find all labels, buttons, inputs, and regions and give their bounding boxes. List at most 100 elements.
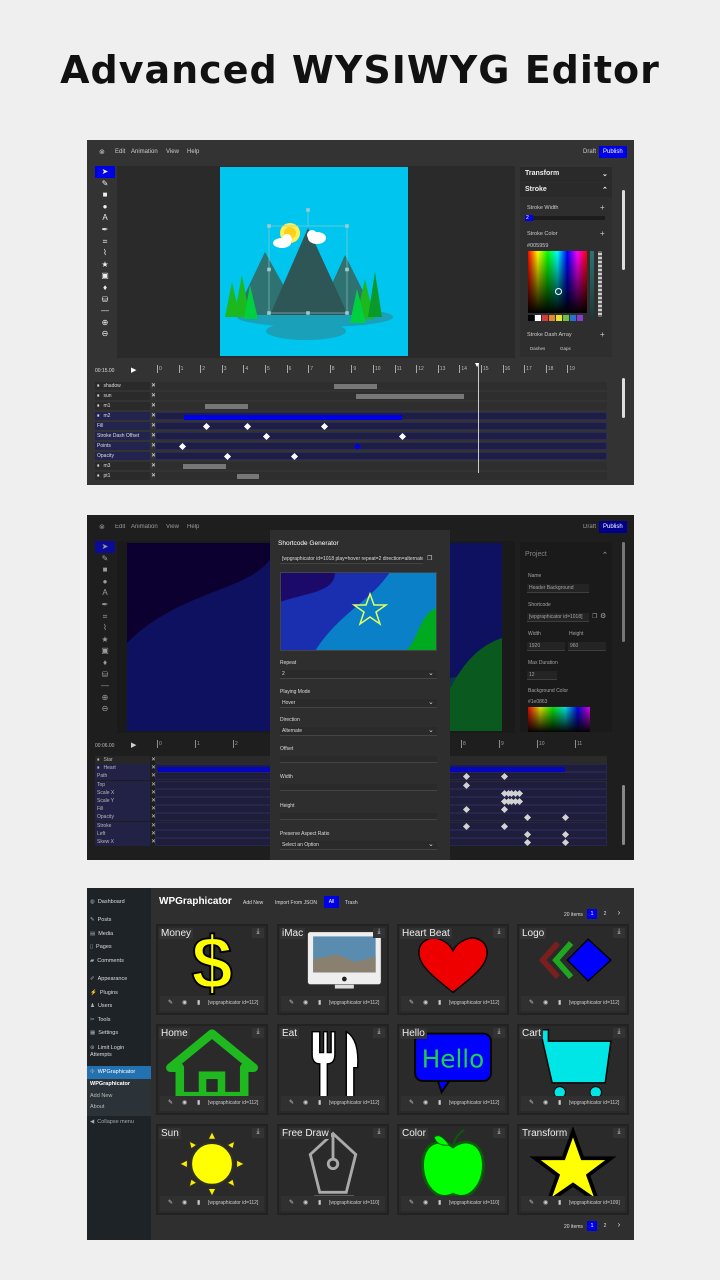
view-icon[interactable]: ◉ (423, 999, 428, 1006)
timeline-track[interactable] (155, 392, 607, 400)
layer-name[interactable]: Path (95, 772, 150, 781)
submenu-item[interactable]: Add New (90, 1093, 112, 1099)
publish-button[interactable]: Publish (599, 146, 627, 158)
timeline-track[interactable] (155, 412, 607, 420)
trash-icon[interactable]: ▮ (558, 1099, 561, 1106)
edit-icon[interactable]: ✎ (529, 999, 534, 1006)
edit-icon[interactable]: ✎ (168, 1199, 173, 1206)
line-icon[interactable]: — (95, 680, 115, 692)
paint-bucket-icon[interactable]: ⛁ (95, 669, 115, 681)
timeline-row[interactable]: ⏸ m3 ✕ (95, 462, 625, 470)
card-shortcode[interactable]: [wpgraphicator id=112] (569, 1100, 625, 1106)
rectangle-icon[interactable]: ■ (95, 189, 115, 201)
sidebar-item-settings[interactable]: ▦ Settings (90, 1030, 118, 1036)
drag-handle-icon[interactable]: ⏸ (97, 413, 100, 419)
trash-icon[interactable]: ▮ (197, 1199, 200, 1206)
repeat-select[interactable]: 2 (280, 670, 437, 679)
page-2-button[interactable]: 2 (600, 909, 610, 919)
height-input[interactable] (280, 813, 437, 820)
select-icon[interactable]: ➤ (95, 166, 115, 178)
crop-icon[interactable]: ⌗ (95, 611, 115, 623)
timeline-scrollbar[interactable] (622, 785, 625, 845)
keyframe[interactable] (462, 822, 470, 830)
edit-icon[interactable]: ✎ (409, 999, 414, 1006)
stroke-section-header[interactable]: Stroke ⌃ (520, 183, 612, 197)
circle-icon[interactable]: ● (95, 576, 115, 588)
keyframe[interactable] (462, 773, 470, 781)
rectangle-icon[interactable]: ■ (95, 564, 115, 576)
sidebar-item-users[interactable]: ♟ Users (90, 1003, 112, 1009)
copy-icon[interactable]: ❐ (592, 613, 597, 620)
view-icon[interactable]: ◉ (303, 1099, 308, 1106)
offset-input[interactable] (280, 756, 437, 763)
panel-scrollbar[interactable] (622, 190, 625, 270)
stroke-color-value[interactable]: #005959 (527, 243, 548, 249)
draft-button[interactable]: Draft (583, 149, 596, 155)
star-icon[interactable]: ★ (95, 259, 115, 271)
view-icon[interactable]: ◉ (543, 999, 548, 1006)
download-icon[interactable]: ⤓ (373, 1128, 385, 1138)
page-1-button-bottom[interactable]: 1 (587, 1221, 597, 1231)
keyframe[interactable] (500, 806, 508, 814)
download-icon[interactable]: ⤓ (493, 928, 505, 938)
edit-icon[interactable]: ✎ (168, 1099, 173, 1106)
zoom-in-icon[interactable]: ⊕ (95, 317, 115, 329)
menu-help[interactable]: Help (187, 524, 199, 530)
direction-select[interactable]: Alternate (280, 727, 437, 736)
trash-icon[interactable]: ▮ (558, 1199, 561, 1206)
edit-icon[interactable]: ✎ (168, 999, 173, 1006)
download-icon[interactable]: ⤓ (252, 928, 264, 938)
layer-name[interactable]: ⏸ m3 (95, 462, 150, 470)
download-icon[interactable]: ⤓ (493, 1128, 505, 1138)
shortcode-output[interactable]: [wpgraphicator id=1018 play=hover repeat… (280, 555, 423, 564)
trash-icon[interactable]: ▮ (558, 999, 561, 1006)
layer-name[interactable]: Scale Y (95, 797, 150, 805)
layer-name[interactable]: Top (95, 780, 150, 789)
layer-name[interactable]: Skew X (95, 838, 150, 846)
name-input[interactable]: Header Background (527, 584, 589, 593)
download-icon[interactable]: ⤓ (613, 1028, 625, 1038)
layer-name[interactable]: Fill (95, 805, 150, 814)
trash-icon[interactable]: ▮ (318, 1099, 321, 1106)
path-icon[interactable]: ⌇ (95, 622, 115, 634)
layer-name[interactable]: Scale X (95, 788, 150, 797)
download-icon[interactable]: ⤓ (252, 1028, 264, 1038)
transform-section-header[interactable]: Transform ⌄ (520, 167, 612, 182)
sidebar-item-comments[interactable]: ▰ Comments (90, 958, 124, 964)
color-swatch[interactable] (570, 315, 576, 321)
card-shortcode[interactable]: [wpgraphicator id=112] (449, 1000, 505, 1006)
keyframe[interactable] (462, 806, 470, 814)
draft-button[interactable]: Draft (583, 524, 596, 530)
card-shortcode[interactable]: [wpgraphicator id=112] (569, 1000, 625, 1006)
edit-icon[interactable]: ✎ (529, 1099, 534, 1106)
width-input[interactable] (280, 784, 437, 791)
sidebar-item-media[interactable]: ▤ Media (90, 931, 113, 937)
layer-name[interactable]: Opacity (95, 813, 150, 822)
menu-edit[interactable]: Edit (115, 149, 125, 155)
page-2-button-bottom[interactable]: 2 (600, 1221, 610, 1231)
play-icon[interactable]: ▶ (131, 366, 136, 374)
gear-icon[interactable]: ⚙ (600, 612, 606, 620)
view-icon[interactable]: ◉ (182, 1099, 187, 1106)
card-shortcode[interactable]: [wpgraphicator id=112] (208, 1100, 264, 1106)
color-picker[interactable] (528, 707, 590, 732)
download-icon[interactable]: ⤓ (373, 928, 385, 938)
image-icon[interactable]: ▣ (95, 645, 115, 657)
view-icon[interactable]: ◉ (423, 1099, 428, 1106)
keyframe[interactable] (202, 422, 210, 431)
timeline-row[interactable]: ⏸ sun ✕ (95, 392, 625, 400)
layer-name[interactable]: Opacity (95, 452, 150, 460)
text-icon[interactable]: A (95, 212, 115, 224)
color-swatch[interactable] (528, 315, 534, 321)
keyframe[interactable] (523, 830, 531, 838)
keyframe[interactable] (243, 422, 251, 431)
layer-name[interactable]: ⏸ pt1 (95, 472, 150, 480)
color-picker[interactable] (528, 251, 587, 313)
layer-name[interactable]: ⏸ m1 (95, 402, 150, 410)
height-input[interactable]: 960 (568, 642, 606, 651)
layer-name[interactable]: Stroke Dash Offset (95, 432, 150, 440)
crop-icon[interactable]: ⌗ (95, 236, 115, 248)
card-shortcode[interactable]: [wpgraphicator id=112] (329, 1100, 385, 1106)
sidebar-item-appearance[interactable]: ✐ Appearance (90, 976, 127, 982)
submenu-item[interactable]: About (90, 1104, 104, 1110)
